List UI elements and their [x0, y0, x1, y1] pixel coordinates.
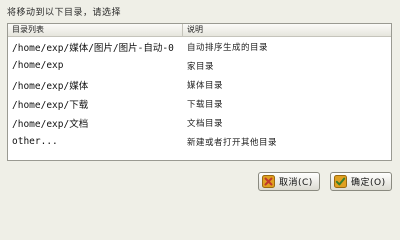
list-item-description: 下载目录 [187, 99, 224, 110]
ok-button[interactable]: 确定(O) [330, 172, 392, 191]
dialog-prompt: 将移动到以下目录，请选择 [7, 8, 122, 18]
ok-button-label: 确定(O) [351, 178, 386, 188]
list-item-path: /home/exp [12, 60, 64, 71]
list-item-description: 文档目录 [187, 118, 224, 129]
list-item[interactable]: /home/exp 家目录 [8, 56, 391, 75]
list-item-description: 自动排序生成的目录 [187, 42, 269, 53]
list-item-path: /home/exp/文档 [12, 118, 89, 130]
list-item[interactable]: /home/exp/下载 下载目录 [8, 94, 391, 113]
list-item[interactable]: /home/exp/媒体 媒体目录 [8, 75, 391, 94]
cancel-button-label: 取消(C) [279, 178, 313, 188]
list-item-description: 家目录 [187, 61, 215, 72]
move-to-directory-dialog: 将移动到以下目录，请选择 目录列表 说明 /home/exp/媒体/图片/图片-… [0, 0, 400, 200]
column-header-description[interactable]: 说明 [183, 24, 391, 36]
ok-check-icon [334, 175, 347, 188]
column-header-path[interactable]: 目录列表 [8, 24, 183, 36]
list-header: 目录列表 说明 [8, 24, 391, 37]
cancel-button[interactable]: 取消(C) [258, 172, 320, 191]
list-item-path: /home/exp/媒体/图片/图片-自动-0 [12, 42, 174, 54]
list-item-description: 媒体目录 [187, 80, 224, 91]
list-item[interactable]: /home/exp/媒体/图片/图片-自动-0 自动排序生成的目录 [8, 37, 391, 56]
cancel-x-icon [262, 175, 275, 188]
list-item[interactable]: other... 新建或者打开其他目录 [8, 132, 391, 151]
list-item-path: other... [12, 136, 58, 147]
list-item-path: /home/exp/下载 [12, 99, 89, 111]
list-item[interactable]: /home/exp/文档 文档目录 [8, 113, 391, 132]
list-item-description: 新建或者打开其他目录 [187, 137, 278, 148]
directory-list[interactable]: 目录列表 说明 /home/exp/媒体/图片/图片-自动-0 自动排序生成的目… [7, 23, 392, 161]
list-rows: /home/exp/媒体/图片/图片-自动-0 自动排序生成的目录 /home/… [8, 37, 391, 151]
list-item-path: /home/exp/媒体 [12, 80, 89, 92]
